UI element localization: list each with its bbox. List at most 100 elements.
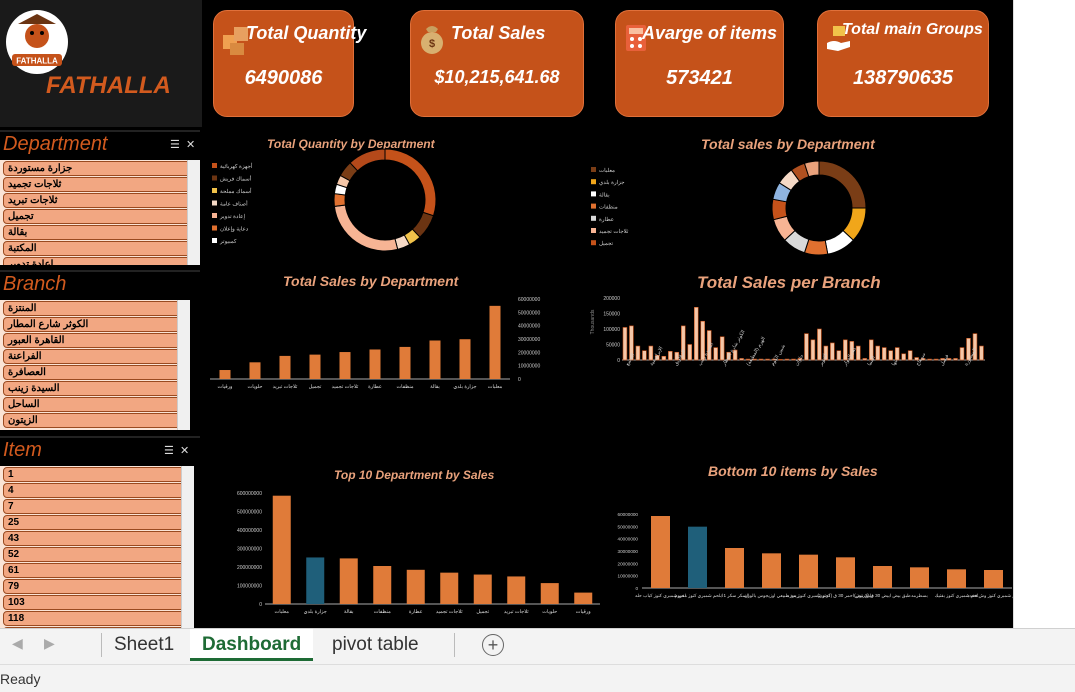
bar [836, 350, 842, 361]
category-label: الكوثر شارع المطار [721, 329, 747, 368]
y-tick-label: 50000 [606, 343, 620, 349]
category-label: طبق بيض ابيض 30 ق (كرتون) [854, 593, 911, 599]
scroll-right-icon[interactable]: ▶ [44, 635, 55, 652]
legend-label: جزارة بلدي [599, 179, 625, 186]
category-label: بقالة [430, 384, 440, 390]
category-label: عطارة [368, 384, 382, 390]
bar [762, 553, 781, 588]
bar [651, 516, 670, 588]
y-tick-label: 400000000 [237, 528, 262, 534]
add-sheet-icon[interactable]: + [482, 634, 504, 656]
bar [836, 557, 855, 588]
bar [739, 358, 744, 361]
category-label: بسطرمه [911, 593, 928, 599]
legend-label: بقالة [599, 191, 610, 198]
bar [817, 328, 822, 361]
category-label: ثلاجات تبريد [504, 609, 529, 615]
dashboard-area: FATHALLA FATHALLA Total Quantity 6490086… [0, 0, 1013, 630]
bar [719, 336, 725, 361]
category-label: ورقيات [218, 384, 234, 390]
legend-swatch [591, 203, 596, 209]
y-tick-label: 200000 [603, 296, 620, 302]
y-tick-label: 60000000 [618, 512, 639, 517]
y-tick-label: 10000000 [518, 364, 540, 370]
category-label: ورقيات [576, 609, 592, 615]
bar [688, 526, 707, 588]
y-tick-label: 150000 [603, 312, 620, 318]
y-tick-label: 100000 [603, 327, 620, 333]
category-label: عطارة [409, 609, 423, 615]
y-tick-label: 0 [518, 377, 521, 383]
bar [369, 349, 381, 379]
legend-swatch [591, 240, 596, 246]
category-label: منظفات [396, 384, 413, 390]
bar [373, 566, 392, 604]
legend-swatch [591, 215, 596, 221]
legend-label: كمبيوتر [219, 238, 237, 245]
legend-swatch [591, 191, 596, 197]
category-label: الهرم (المطبعة) [746, 336, 767, 367]
bar [791, 358, 796, 361]
bar [473, 574, 492, 604]
legend-swatch [212, 213, 217, 218]
bar [881, 347, 887, 361]
pie-slice [349, 148, 386, 172]
bar [953, 358, 958, 361]
category-label: لحم شمبري كنوز وش فخده [967, 593, 1013, 599]
bar [642, 350, 647, 361]
y-tick-label: 300000000 [237, 547, 262, 553]
bar [635, 345, 641, 361]
category-label: تجميل [476, 609, 489, 615]
bar [306, 557, 325, 604]
pie-slice [333, 193, 346, 207]
category-label: ثلاجات تبريد [273, 384, 298, 390]
legend-label: تجميل [599, 240, 614, 247]
bar [249, 362, 261, 379]
status-text: Ready [0, 671, 41, 687]
bar [279, 355, 291, 379]
legend-swatch [212, 163, 217, 168]
charts-layer: أجهزة كهربائية أسماك فريش أسماك مملحة أصناف… [210, 148, 1013, 615]
category-label: جزارة بلدي [453, 384, 476, 390]
legend-label: أجهزة كهربائية [220, 161, 253, 170]
bar [888, 350, 893, 361]
status-bar: Ready [0, 664, 1075, 692]
bar [725, 548, 744, 588]
bar [758, 358, 764, 361]
y-tick-label: 40000000 [518, 324, 540, 330]
bar [713, 347, 718, 361]
bar [440, 572, 459, 604]
bar [894, 347, 900, 361]
bar [979, 345, 984, 361]
category-label: تجميل [309, 384, 322, 390]
pie-slice [333, 204, 399, 252]
sheet-tab-bar: ◀ ▶ Sheet1 Dashboard pivot table + [0, 628, 1075, 665]
legend-label: أسماك مملحة [220, 186, 252, 195]
bar [910, 567, 929, 588]
y-tick-label: 200000000 [237, 565, 262, 571]
bar [219, 370, 231, 379]
category-label: ثلاجات تجميد [436, 609, 463, 615]
bar [830, 342, 835, 361]
bar [339, 352, 351, 379]
bar [947, 569, 966, 588]
tab-dashboard[interactable]: Dashboard [190, 629, 314, 661]
y-tick-label: 10000000 [618, 574, 639, 579]
legend-label: عطارة [599, 216, 614, 223]
legend-label: إعادة تدوير [219, 213, 245, 220]
bar [459, 339, 471, 379]
sheet-grid-strip[interactable] [1013, 0, 1075, 628]
tab-sheet1[interactable]: Sheet1 [102, 629, 186, 661]
bar [765, 358, 770, 361]
legend-label: دعاية وإعلان [220, 226, 249, 233]
category-label: المنيا [867, 355, 877, 367]
bar [309, 354, 321, 379]
tab-divider [454, 633, 455, 657]
scroll-left-icon[interactable]: ◀ [12, 635, 23, 652]
tab-pivot-table[interactable]: pivot table [320, 629, 431, 661]
legend-swatch [591, 179, 596, 185]
bar [784, 358, 790, 361]
legend-label: أصناف عامة [220, 199, 248, 208]
legend-label: ثلاجات تجميد [599, 228, 629, 235]
bar [810, 339, 816, 361]
